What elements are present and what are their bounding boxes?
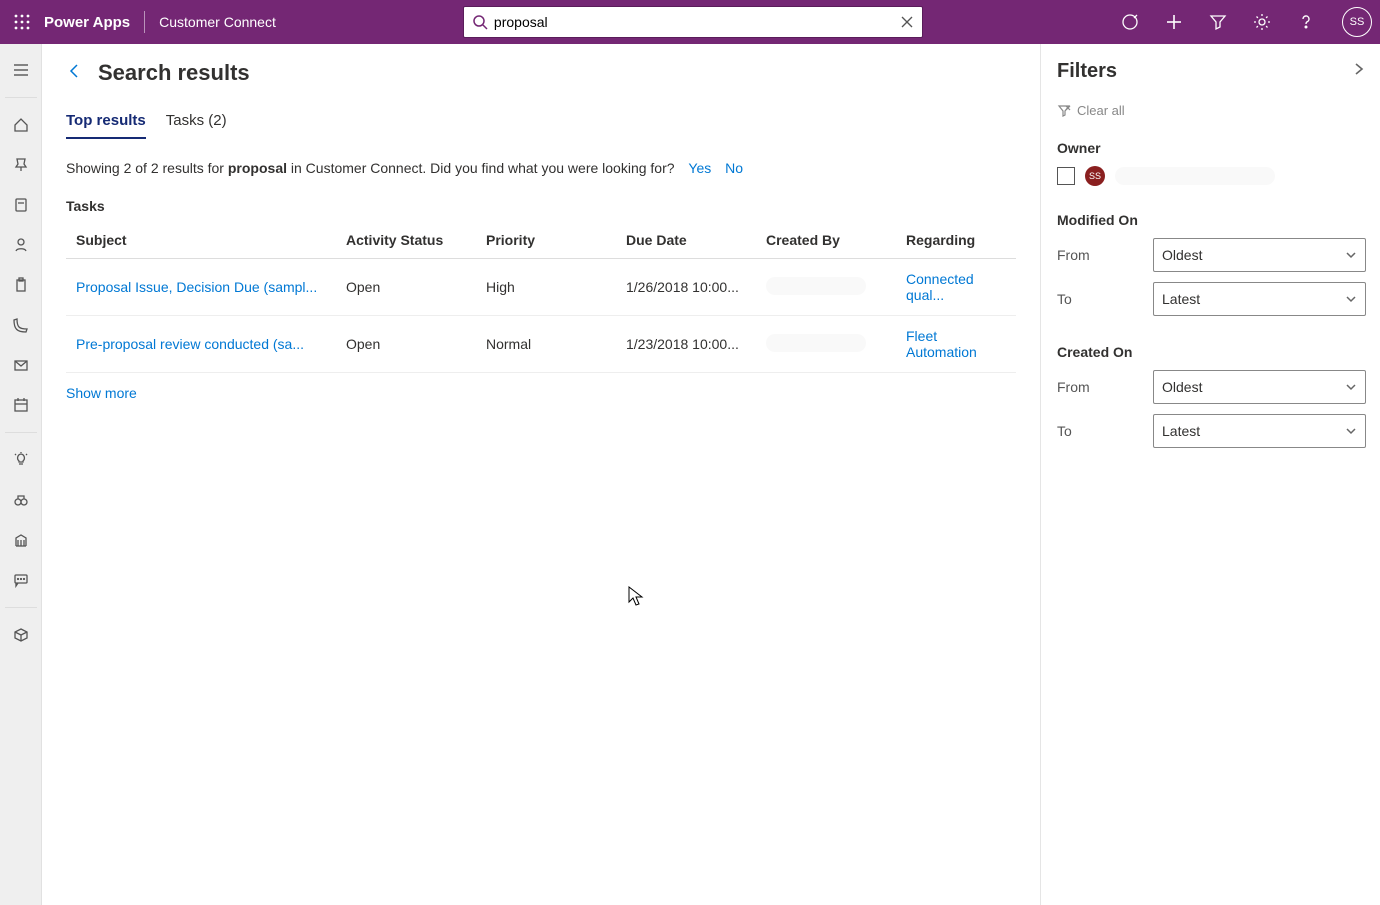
created-on-label: Created On <box>1057 344 1366 360</box>
col-created-by[interactable]: Created By <box>756 222 896 259</box>
tab-tasks[interactable]: Tasks (2) <box>166 112 227 139</box>
owner-avatar-badge: SS <box>1085 166 1105 186</box>
divider <box>144 11 145 33</box>
target-icon[interactable] <box>1110 0 1150 44</box>
cell-status: Open <box>336 316 476 373</box>
owner-checkbox[interactable] <box>1057 167 1075 185</box>
clear-all-label: Clear all <box>1077 103 1125 118</box>
results-summary: Showing 2 of 2 results for proposal in C… <box>66 160 1016 176</box>
from-label: From <box>1057 379 1153 395</box>
regarding-link[interactable]: Connected qual... <box>906 271 974 303</box>
col-activity-status[interactable]: Activity Status <box>336 222 476 259</box>
cursor-icon <box>628 586 644 606</box>
select-value: Latest <box>1162 291 1200 307</box>
app-header: Power Apps Customer Connect SS <box>0 0 1380 44</box>
search-input[interactable] <box>494 14 900 30</box>
col-due-date[interactable]: Due Date <box>616 222 756 259</box>
feedback-no[interactable]: No <box>725 160 743 176</box>
add-icon[interactable] <box>1154 0 1194 44</box>
tab-top-results[interactable]: Top results <box>66 112 146 139</box>
filters-title: Filters <box>1057 60 1117 83</box>
clear-search-icon[interactable] <box>900 15 914 29</box>
summary-term: proposal <box>228 160 287 176</box>
modified-on-label: Modified On <box>1057 212 1366 228</box>
chevron-down-icon <box>1345 293 1357 305</box>
table-row[interactable]: Pre-proposal review conducted (sa... Ope… <box>66 316 1016 373</box>
summary-suffix: in Customer Connect. Did you find what y… <box>287 160 675 176</box>
collapse-filters-icon[interactable] <box>1352 62 1366 81</box>
result-tabs: Top results Tasks (2) <box>66 112 1016 140</box>
left-nav-rail <box>0 44 42 905</box>
to-label: To <box>1057 291 1153 307</box>
help-icon[interactable] <box>1286 0 1326 44</box>
clipboard-icon[interactable] <box>0 269 42 301</box>
lightbulb-icon[interactable] <box>0 444 42 476</box>
brand-label: Power Apps <box>44 14 130 31</box>
subject-link[interactable]: Proposal Issue, Decision Due (sampl... <box>76 279 317 295</box>
col-priority[interactable]: Priority <box>476 222 616 259</box>
pinned-icon[interactable] <box>0 149 42 181</box>
select-value: Oldest <box>1162 247 1202 263</box>
modified-from-select[interactable]: Oldest <box>1153 238 1366 272</box>
app-name-label: Customer Connect <box>159 14 276 30</box>
settings-gear-icon[interactable] <box>1242 0 1282 44</box>
search-icon <box>472 14 488 30</box>
subject-link[interactable]: Pre-proposal review conducted (sa... <box>76 336 304 352</box>
from-label: From <box>1057 247 1153 263</box>
calendar-icon[interactable] <box>0 389 42 421</box>
modified-to-select[interactable]: Latest <box>1153 282 1366 316</box>
col-subject[interactable]: Subject <box>66 222 336 259</box>
filter-funnel-icon[interactable] <box>1198 0 1238 44</box>
created-to-select[interactable]: Latest <box>1153 414 1366 448</box>
select-value: Oldest <box>1162 379 1202 395</box>
owner-label: Owner <box>1057 140 1366 156</box>
to-label: To <box>1057 423 1153 439</box>
home-icon[interactable] <box>0 109 42 141</box>
cell-created-by <box>756 316 896 373</box>
select-value: Latest <box>1162 423 1200 439</box>
cell-priority: High <box>476 259 616 316</box>
filters-panel: Filters Clear all Owner SS Modified On F… <box>1040 44 1380 905</box>
mail-icon[interactable] <box>0 349 42 381</box>
building-icon[interactable] <box>0 524 42 556</box>
cell-due: 1/26/2018 10:00... <box>616 259 756 316</box>
cell-status: Open <box>336 259 476 316</box>
cell-due: 1/23/2018 10:00... <box>616 316 756 373</box>
person-icon[interactable] <box>0 229 42 261</box>
summary-prefix: Showing 2 of 2 results for <box>66 160 228 176</box>
cell-created-by <box>756 259 896 316</box>
owner-name <box>1115 167 1275 185</box>
back-arrow-icon[interactable] <box>66 62 84 85</box>
binoculars-icon[interactable] <box>0 484 42 516</box>
global-search[interactable] <box>463 6 923 38</box>
table-row[interactable]: Proposal Issue, Decision Due (sampl... O… <box>66 259 1016 316</box>
feedback-yes[interactable]: Yes <box>688 160 711 176</box>
chevron-down-icon <box>1345 381 1357 393</box>
tasks-section-title: Tasks <box>66 198 1016 214</box>
chat-icon[interactable] <box>0 564 42 596</box>
package-icon[interactable] <box>0 619 42 651</box>
clear-filter-icon <box>1057 104 1071 118</box>
phone-icon[interactable] <box>0 309 42 341</box>
results-table: Subject Activity Status Priority Due Dat… <box>66 222 1016 373</box>
main-content: Search results Top results Tasks (2) Sho… <box>42 44 1040 905</box>
menu-toggle-icon[interactable] <box>0 54 42 86</box>
regarding-link[interactable]: Fleet Automation <box>906 328 977 360</box>
document-icon[interactable] <box>0 189 42 221</box>
app-launcher-icon[interactable] <box>0 14 44 30</box>
chevron-down-icon <box>1345 249 1357 261</box>
user-avatar[interactable]: SS <box>1342 7 1372 37</box>
show-more-link[interactable]: Show more <box>66 385 137 401</box>
chevron-down-icon <box>1345 425 1357 437</box>
col-regarding[interactable]: Regarding <box>896 222 1016 259</box>
page-title: Search results <box>98 60 250 86</box>
cell-priority: Normal <box>476 316 616 373</box>
created-from-select[interactable]: Oldest <box>1153 370 1366 404</box>
clear-all-button[interactable]: Clear all <box>1057 103 1366 118</box>
